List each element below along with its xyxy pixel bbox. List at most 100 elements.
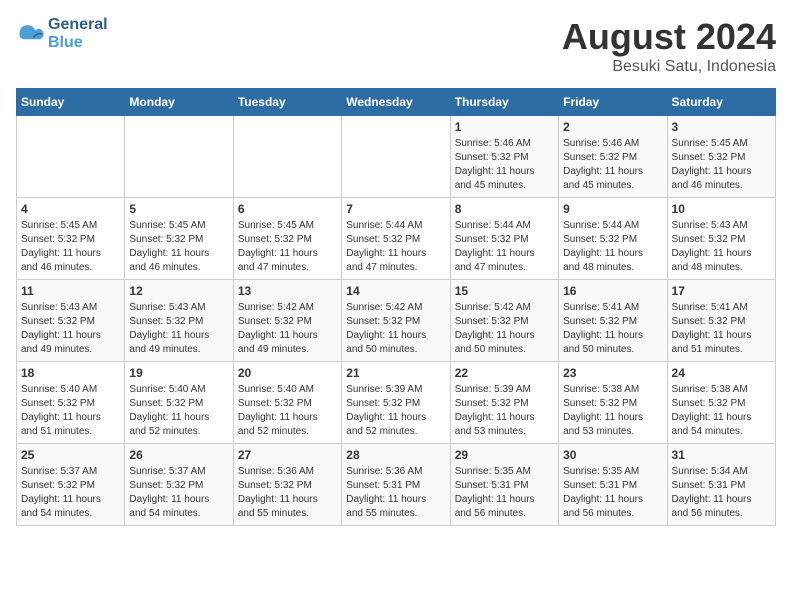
day-info: Sunrise: 5:44 AM Sunset: 5:32 PM Dayligh…	[346, 219, 445, 275]
day-number: 20	[238, 366, 337, 380]
calendar-cell: 19 Sunrise: 5:40 AM Sunset: 5:32 PM Dayli…	[125, 362, 233, 444]
header-tuesday: Tuesday	[233, 89, 341, 116]
calendar-week-row: 25 Sunrise: 5:37 AM Sunset: 5:32 PM Dayli…	[17, 444, 776, 526]
calendar-cell: 22 Sunrise: 5:39 AM Sunset: 5:32 PM Dayli…	[450, 362, 558, 444]
day-info: Sunrise: 5:44 AM Sunset: 5:32 PM Dayligh…	[455, 219, 554, 275]
calendar-cell: 15 Sunrise: 5:42 AM Sunset: 5:32 PM Dayli…	[450, 280, 558, 362]
day-info: Sunrise: 5:40 AM Sunset: 5:32 PM Dayligh…	[238, 383, 337, 439]
calendar-week-row: 4 Sunrise: 5:45 AM Sunset: 5:32 PM Daylig…	[17, 198, 776, 280]
title-block: August 2024 Besuki Satu, Indonesia	[562, 16, 776, 76]
calendar-cell: 29 Sunrise: 5:35 AM Sunset: 5:31 PM Dayli…	[450, 444, 558, 526]
calendar-cell: 4 Sunrise: 5:45 AM Sunset: 5:32 PM Daylig…	[17, 198, 125, 280]
day-info: Sunrise: 5:45 AM Sunset: 5:32 PM Dayligh…	[129, 219, 228, 275]
calendar-cell: 16 Sunrise: 5:41 AM Sunset: 5:32 PM Dayli…	[559, 280, 667, 362]
day-info: Sunrise: 5:37 AM Sunset: 5:32 PM Dayligh…	[21, 465, 120, 521]
calendar-cell: 18Sunrise: 5:40 AM Sunset: 5:32 PM Dayli…	[17, 362, 125, 444]
day-number: 31	[672, 448, 771, 462]
day-info: Sunrise: 5:45 AM Sunset: 5:32 PM Dayligh…	[238, 219, 337, 275]
day-number: 22	[455, 366, 554, 380]
calendar-cell: 8Sunrise: 5:44 AM Sunset: 5:32 PM Daylig…	[450, 198, 558, 280]
header-sunday: Sunday	[17, 89, 125, 116]
day-number: 6	[238, 202, 337, 216]
day-number: 2	[563, 120, 662, 134]
calendar-cell: 21Sunrise: 5:39 AM Sunset: 5:32 PM Dayli…	[342, 362, 450, 444]
header-wednesday: Wednesday	[342, 89, 450, 116]
day-number: 3	[672, 120, 771, 134]
calendar-cell: 9 Sunrise: 5:44 AM Sunset: 5:32 PM Daylig…	[559, 198, 667, 280]
calendar-cell: 26 Sunrise: 5:37 AM Sunset: 5:32 PM Dayli…	[125, 444, 233, 526]
day-number: 30	[563, 448, 662, 462]
calendar-cell: 3Sunrise: 5:45 AM Sunset: 5:32 PM Daylig…	[667, 116, 775, 198]
day-number: 7	[346, 202, 445, 216]
calendar-table: SundayMondayTuesdayWednesdayThursdayFrid…	[16, 88, 776, 526]
calendar-cell: 6 Sunrise: 5:45 AM Sunset: 5:32 PM Daylig…	[233, 198, 341, 280]
day-info: Sunrise: 5:38 AM Sunset: 5:32 PM Dayligh…	[672, 383, 771, 439]
day-info: Sunrise: 5:39 AM Sunset: 5:32 PM Dayligh…	[455, 383, 554, 439]
day-info: Sunrise: 5:42 AM Sunset: 5:32 PM Dayligh…	[346, 301, 445, 357]
day-number: 14	[346, 284, 445, 298]
calendar-cell: 11Sunrise: 5:43 AM Sunset: 5:32 PM Dayli…	[17, 280, 125, 362]
calendar-cell: 12 Sunrise: 5:43 AM Sunset: 5:32 PM Dayli…	[125, 280, 233, 362]
header-thursday: Thursday	[450, 89, 558, 116]
page-header: General Blue August 2024 Besuki Satu, In…	[16, 16, 776, 76]
day-number: 26	[129, 448, 228, 462]
day-number: 1	[455, 120, 554, 134]
day-info: Sunrise: 5:46 AM Sunset: 5:32 PM Dayligh…	[455, 137, 554, 193]
calendar-cell: 14 Sunrise: 5:42 AM Sunset: 5:32 PM Dayli…	[342, 280, 450, 362]
calendar-cell	[125, 116, 233, 198]
day-info: Sunrise: 5:35 AM Sunset: 5:31 PM Dayligh…	[563, 465, 662, 521]
calendar-cell: 31 Sunrise: 5:34 AM Sunset: 5:31 PM Dayli…	[667, 444, 775, 526]
day-number: 12	[129, 284, 228, 298]
day-number: 15	[455, 284, 554, 298]
calendar-cell: 25 Sunrise: 5:37 AM Sunset: 5:32 PM Dayli…	[17, 444, 125, 526]
calendar-cell: 20 Sunrise: 5:40 AM Sunset: 5:32 PM Dayli…	[233, 362, 341, 444]
calendar-cell: 7 Sunrise: 5:44 AM Sunset: 5:32 PM Daylig…	[342, 198, 450, 280]
calendar-cell: 10 Sunrise: 5:43 AM Sunset: 5:32 PM Dayli…	[667, 198, 775, 280]
header-saturday: Saturday	[667, 89, 775, 116]
day-number: 25	[21, 448, 120, 462]
day-number: 27	[238, 448, 337, 462]
day-number: 19	[129, 366, 228, 380]
header-friday: Friday	[559, 89, 667, 116]
day-number: 9	[563, 202, 662, 216]
header-monday: Monday	[125, 89, 233, 116]
day-number: 11	[21, 284, 120, 298]
day-number: 10	[672, 202, 771, 216]
day-info: Sunrise: 5:36 AM Sunset: 5:31 PM Dayligh…	[346, 465, 445, 521]
day-info: Sunrise: 5:42 AM Sunset: 5:32 PM Dayligh…	[455, 301, 554, 357]
day-info: Sunrise: 5:38 AM Sunset: 5:32 PM Dayligh…	[563, 383, 662, 439]
day-info: Sunrise: 5:37 AM Sunset: 5:32 PM Dayligh…	[129, 465, 228, 521]
day-info: Sunrise: 5:40 AM Sunset: 5:32 PM Dayligh…	[21, 383, 120, 439]
calendar-cell	[233, 116, 341, 198]
day-number: 21	[346, 366, 445, 380]
day-number: 16	[563, 284, 662, 298]
calendar-header-row: SundayMondayTuesdayWednesdayThursdayFrid…	[17, 89, 776, 116]
day-number: 13	[238, 284, 337, 298]
day-info: Sunrise: 5:43 AM Sunset: 5:32 PM Dayligh…	[672, 219, 771, 275]
day-info: Sunrise: 5:43 AM Sunset: 5:32 PM Dayligh…	[129, 301, 228, 357]
day-number: 29	[455, 448, 554, 462]
day-number: 5	[129, 202, 228, 216]
day-info: Sunrise: 5:44 AM Sunset: 5:32 PM Dayligh…	[563, 219, 662, 275]
calendar-week-row: 11 Sunrise: 5:43 AM Sunset: 5:32 PM Dayli…	[17, 280, 776, 362]
day-number: 28	[346, 448, 445, 462]
calendar-cell: 2 Sunrise: 5:46 AM Sunset: 5:32 PM Daylig…	[559, 116, 667, 198]
calendar-cell	[342, 116, 450, 198]
day-info: Sunrise: 5:34 AM Sunset: 5:31 PM Dayligh…	[672, 465, 771, 521]
day-info: Sunrise: 5:45 AM Sunset: 5:32 PM Dayligh…	[21, 219, 120, 275]
day-info: Sunrise: 5:46 AM Sunset: 5:32 PM Dayligh…	[563, 137, 662, 193]
calendar-cell: 17Sunrise: 5:41 AM Sunset: 5:32 PM Dayli…	[667, 280, 775, 362]
logo: General Blue	[16, 16, 108, 52]
calendar-cell: 30 Sunrise: 5:35 AM Sunset: 5:31 PM Dayli…	[559, 444, 667, 526]
calendar-cell: 28 Sunrise: 5:36 AM Sunset: 5:31 PM Dayli…	[342, 444, 450, 526]
calendar-cell: 27Sunrise: 5:36 AM Sunset: 5:32 PM Dayli…	[233, 444, 341, 526]
calendar-cell	[17, 116, 125, 198]
day-info: Sunrise: 5:40 AM Sunset: 5:32 PM Dayligh…	[129, 383, 228, 439]
day-number: 4	[21, 202, 120, 216]
day-info: Sunrise: 5:35 AM Sunset: 5:31 PM Dayligh…	[455, 465, 554, 521]
calendar-subtitle: Besuki Satu, Indonesia	[562, 58, 776, 76]
logo-icon	[16, 20, 44, 48]
day-number: 24	[672, 366, 771, 380]
day-info: Sunrise: 5:41 AM Sunset: 5:32 PM Dayligh…	[563, 301, 662, 357]
calendar-cell: 1 Sunrise: 5:46 AM Sunset: 5:32 PM Daylig…	[450, 116, 558, 198]
